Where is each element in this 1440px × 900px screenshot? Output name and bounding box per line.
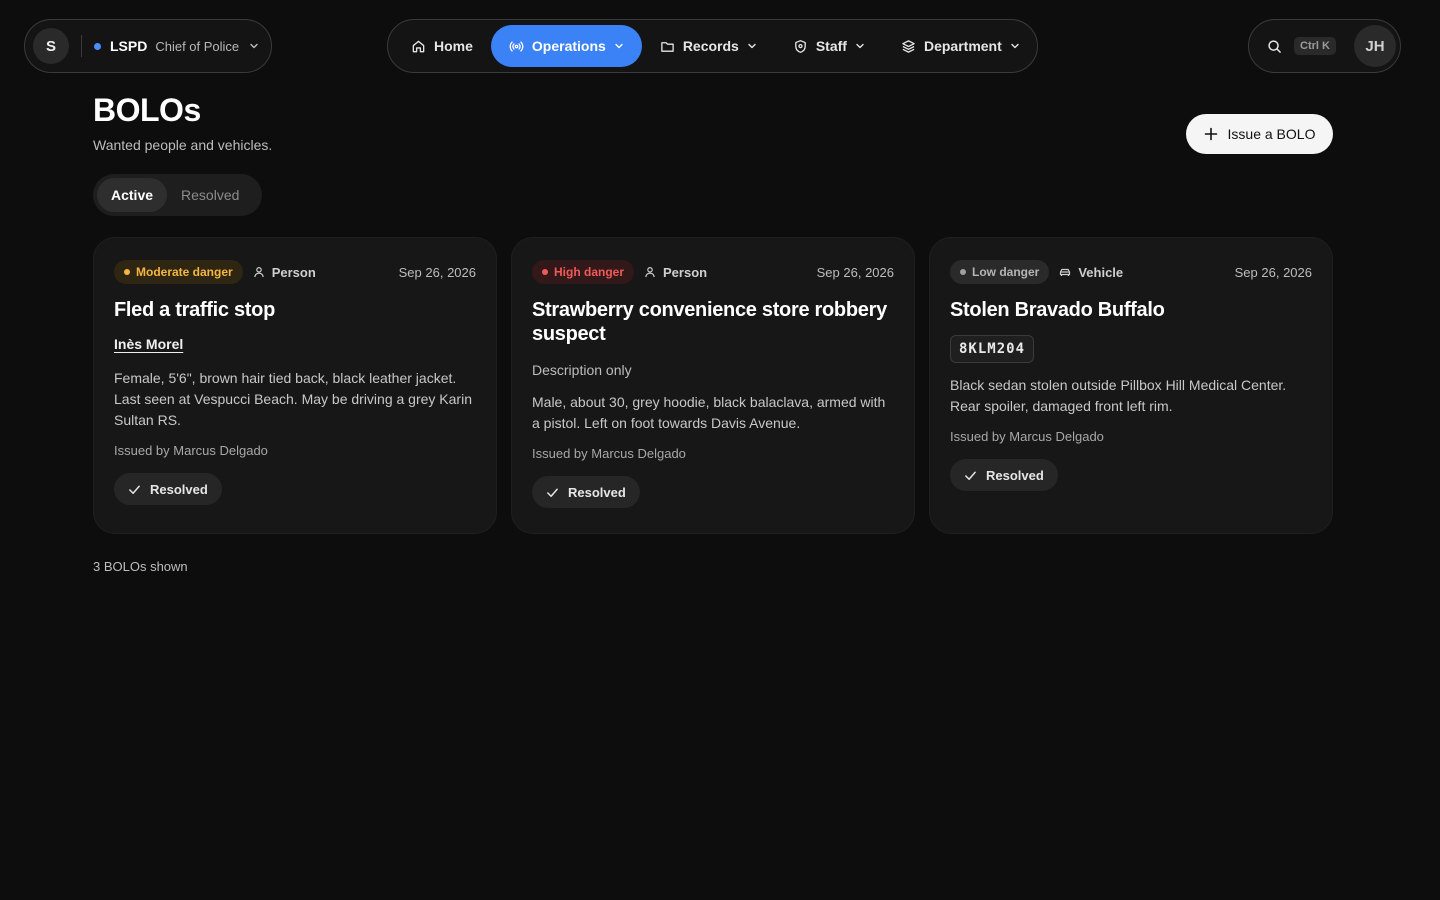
danger-dot — [124, 269, 130, 275]
home-icon — [412, 40, 425, 52]
search-icon[interactable] — [1267, 39, 1282, 54]
nav-operations-label: Operations — [531, 38, 606, 54]
bolo-type: Person — [644, 265, 707, 280]
check-icon — [965, 471, 976, 480]
org-switcher[interactable]: S LSPD Chief of Police — [24, 19, 272, 73]
danger-badge: High danger — [532, 260, 635, 284]
nav-home[interactable]: Home — [393, 25, 491, 67]
status-tabs: Active Resolved — [93, 174, 262, 216]
bolo-title: Fled a traffic stop — [114, 299, 275, 321]
resolve-button[interactable]: Resolved — [532, 476, 640, 508]
bolo-type-label: Person — [271, 264, 316, 280]
check-icon — [129, 485, 140, 494]
person-icon — [645, 266, 655, 278]
results-count: 3 BOLOs shown — [93, 559, 188, 574]
license-plate: 8KLM204 — [950, 335, 1035, 363]
user-avatar[interactable]: JH — [1354, 25, 1396, 67]
nav-records[interactable]: Records — [642, 25, 775, 67]
issue-bolo-label: Issue a BOLO — [1227, 126, 1316, 142]
danger-label: High danger — [554, 265, 625, 279]
nav-operations[interactable]: Operations — [490, 25, 642, 67]
resolve-label: Resolved — [150, 481, 208, 497]
chevron-down-icon — [249, 41, 259, 51]
chevron-down-icon — [614, 41, 624, 51]
bolo-type-label: Person — [663, 264, 708, 280]
bolo-date: Sep 26, 2026 — [1234, 264, 1312, 280]
layers-icon — [902, 39, 915, 53]
nav-home-label: Home — [434, 38, 473, 54]
bolo-card: Moderate danger Person Sep 26, 2026 Fled… — [93, 237, 497, 534]
bolo-type: Person — [253, 265, 316, 280]
bolo-description: Female, 5'6", brown hair tied back, blac… — [114, 370, 472, 428]
bolo-title: Stolen Bravado Buffalo — [950, 299, 1165, 321]
danger-dot — [542, 269, 548, 275]
bolo-card: High danger Person Sep 26, 2026 Strawber… — [511, 237, 915, 534]
bolo-issuer: Issued by Marcus Delgado — [532, 446, 686, 461]
search-shortcut-hint: Ctrl K — [1294, 37, 1336, 55]
danger-label: Low danger — [972, 265, 1040, 279]
resolve-label: Resolved — [986, 467, 1044, 483]
resolve-label: Resolved — [568, 484, 626, 500]
bolo-card: Low danger Vehicle Sep 26, 2026 Stolen B… — [929, 237, 1333, 534]
nav-staff[interactable]: Staff — [775, 25, 883, 67]
bolo-description: Male, about 30, grey hoodie, black balac… — [532, 394, 886, 431]
page-subtitle: Wanted people and vehicles. — [93, 137, 273, 153]
bolo-title: Strawberry convenience store robbery sus… — [532, 299, 887, 345]
check-icon — [547, 488, 558, 497]
chevron-down-icon — [747, 41, 757, 51]
bolo-issuer: Issued by Marcus Delgado — [950, 429, 1104, 444]
bolo-type-label: Vehicle — [1078, 264, 1124, 280]
bolo-issuer: Issued by Marcus Delgado — [114, 443, 268, 458]
bolo-description: Black sedan stolen outside Pillbox Hill … — [950, 377, 1287, 414]
danger-label: Moderate danger — [136, 265, 233, 279]
page-title: BOLOs — [93, 92, 201, 128]
chevron-down-icon — [855, 41, 865, 51]
subject-link[interactable]: Inès Morel — [114, 336, 183, 352]
plus-icon — [1204, 127, 1217, 141]
broadcast-icon — [509, 40, 524, 52]
danger-badge: Moderate danger — [114, 260, 243, 284]
folder-icon — [661, 41, 674, 52]
nav-department[interactable]: Department — [883, 25, 1038, 67]
bolo-date: Sep 26, 2026 — [816, 264, 894, 280]
nav-department-label: Department — [923, 38, 1002, 54]
resolve-button[interactable]: Resolved — [950, 459, 1058, 491]
tab-resolved[interactable]: Resolved — [167, 178, 253, 212]
search-user-pill: Ctrl K JH — [1248, 19, 1401, 73]
org-avatar: S — [33, 28, 69, 64]
org-name: LSPD — [110, 38, 148, 54]
tab-active[interactable]: Active — [97, 178, 168, 212]
nav-staff-label: Staff — [815, 38, 847, 54]
subject-note: Description only — [532, 362, 632, 378]
car-icon — [1060, 268, 1071, 276]
main-nav: Home Operations Records Staff Department — [387, 19, 1038, 73]
resolve-button[interactable]: Resolved — [114, 473, 222, 505]
nav-records-label: Records — [682, 38, 739, 54]
bolo-type: Vehicle — [1059, 265, 1123, 280]
issue-bolo-button[interactable]: Issue a BOLO — [1186, 114, 1333, 154]
org-status-dot — [94, 42, 101, 50]
divider — [81, 35, 82, 57]
bolo-date: Sep 26, 2026 — [398, 264, 476, 280]
shield-icon — [795, 39, 806, 53]
person-icon — [253, 266, 264, 278]
org-role: Chief of Police — [155, 38, 240, 54]
danger-badge: Low danger — [950, 260, 1050, 284]
chevron-down-icon — [1010, 41, 1020, 51]
danger-dot — [960, 269, 966, 275]
